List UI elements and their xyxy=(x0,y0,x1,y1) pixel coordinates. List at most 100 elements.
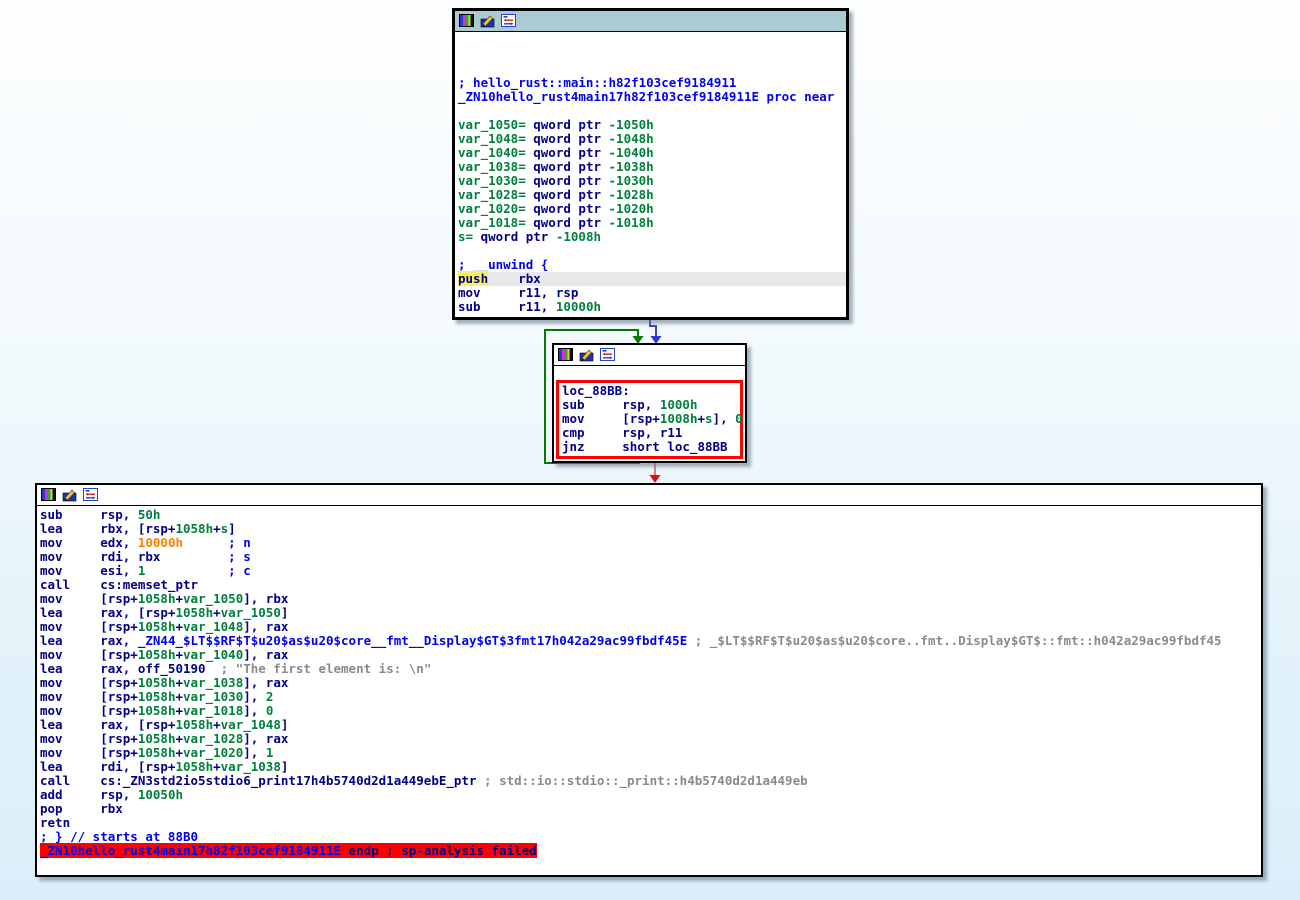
asm-token: 1000h xyxy=(660,397,698,412)
asm-line[interactable]: add rsp, 10050h xyxy=(40,788,1261,802)
asm-token: var_1040 xyxy=(183,647,243,662)
asm-token: + xyxy=(213,605,221,620)
basic-block-loop[interactable]: loc_88BB:sub rsp, 1000hmov [rsp+1008h+s]… xyxy=(552,343,747,463)
asm-token: 1058h xyxy=(138,703,176,718)
asm-line[interactable]: ; hello_rust::main::h82f103cef9184911 xyxy=(458,76,846,90)
asm-line[interactable]: push rbx xyxy=(458,272,846,286)
asm-line[interactable] xyxy=(458,34,846,48)
asm-line[interactable]: sub r11, 10000h xyxy=(458,300,846,314)
edit-node-icon[interactable] xyxy=(62,488,78,502)
asm-token: mov [rsp+ xyxy=(40,689,138,704)
basic-block-body[interactable]: sub rsp, 50hlea rbx, [rsp+1058h+s]mov ed… xyxy=(35,483,1263,877)
asm-line[interactable]: _ZN10hello_rust4main17h82f103cef9184911E… xyxy=(458,90,846,104)
asm-line[interactable] xyxy=(40,858,1261,872)
node-color-icon[interactable] xyxy=(459,14,475,28)
asm-line[interactable]: var_1018= qword ptr -1018h xyxy=(458,216,846,230)
asm-line[interactable]: lea rax, [rsp+1058h+var_1050] xyxy=(40,606,1261,620)
asm-line[interactable]: var_1040= qword ptr -1040h xyxy=(458,146,846,160)
graph-overview-icon[interactable] xyxy=(600,348,616,362)
asm-line[interactable]: mov [rsp+1058h+var_1048], rax xyxy=(40,620,1261,634)
basic-block-entry[interactable]: ; hello_rust::main::h82f103cef9184911_ZN… xyxy=(452,8,849,320)
asm-token: 1 xyxy=(266,745,274,760)
asm-line[interactable]: var_1028= qword ptr -1028h xyxy=(458,188,846,202)
node-color-icon[interactable] xyxy=(558,348,574,362)
asm-line[interactable]: mov esi, 1 ; c xyxy=(40,564,1261,578)
asm-line[interactable]: _ZN10hello_rust4main17h82f103cef9184911E… xyxy=(40,844,1261,858)
asm-line[interactable]: sub rsp, 1000h xyxy=(562,398,740,412)
asm-line[interactable]: var_1048= qword ptr -1048h xyxy=(458,132,846,146)
block-header xyxy=(455,11,846,32)
asm-token: + xyxy=(175,675,183,690)
asm-line[interactable]: lea rax, _ZN44_$LT$$RF$T$u20$as$u20$core… xyxy=(40,634,1261,648)
asm-line[interactable]: call cs:memset_ptr xyxy=(40,578,1261,592)
asm-line[interactable]: ; __unwind { xyxy=(458,258,846,272)
asm-token: var_1038= xyxy=(458,159,526,174)
asm-token: -1028h xyxy=(609,187,654,202)
graph-overview-icon[interactable] xyxy=(501,14,517,28)
asm-line[interactable]: mov [rsp+1058h+var_1018], 0 xyxy=(40,704,1261,718)
asm-token: s= xyxy=(458,229,473,244)
asm-line[interactable] xyxy=(458,48,846,62)
asm-line[interactable]: retn xyxy=(40,816,1261,830)
asm-token: call cs:_ZN3std2io5stdio6_print17h4b5740… xyxy=(40,773,484,788)
asm-line[interactable]: ; } // starts at 88B0 xyxy=(40,830,1261,844)
asm-line[interactable]: mov [rsp+1008h+s], 0 xyxy=(562,412,740,426)
loop-highlight-frame: loc_88BB:sub rsp, 1000hmov [rsp+1008h+s]… xyxy=(556,380,743,459)
asm-line[interactable]: pop rbx xyxy=(40,802,1261,816)
asm-line[interactable]: var_1030= qword ptr -1030h xyxy=(458,174,846,188)
asm-line[interactable]: mov [rsp+1058h+var_1030], 2 xyxy=(40,690,1261,704)
asm-token: qword ptr xyxy=(526,201,609,216)
asm-line[interactable] xyxy=(458,62,846,76)
asm-line[interactable]: mov [rsp+1058h+var_1050], rbx xyxy=(40,592,1261,606)
asm-line[interactable]: mov [rsp+1058h+var_1028], rax xyxy=(40,732,1261,746)
asm-line[interactable]: var_1050= qword ptr -1050h xyxy=(458,118,846,132)
asm-token: + xyxy=(175,689,183,704)
block-header xyxy=(554,345,745,366)
graph-overview-icon[interactable] xyxy=(83,488,99,502)
asm-token: var_1030 xyxy=(183,689,243,704)
asm-line[interactable]: call cs:_ZN3std2io5stdio6_print17h4b5740… xyxy=(40,774,1261,788)
asm-line[interactable]: lea rdi, [rsp+1058h+var_1038] xyxy=(40,760,1261,774)
asm-token: + xyxy=(175,647,183,662)
asm-token: ; n xyxy=(228,535,251,550)
asm-line[interactable]: mov edx, 10000h ; n xyxy=(40,536,1261,550)
asm-line[interactable]: var_1020= qword ptr -1020h xyxy=(458,202,846,216)
asm-token: call cs:memset_ptr xyxy=(40,577,198,592)
asm-token: qword ptr xyxy=(526,187,609,202)
asm-line[interactable]: jnz short loc_88BB xyxy=(562,440,740,454)
asm-line[interactable]: mov [rsp+1058h+var_1038], rax xyxy=(40,676,1261,690)
asm-line[interactable]: lea rax, [rsp+1058h+var_1048] xyxy=(40,718,1261,732)
asm-line[interactable]: var_1038= qword ptr -1038h xyxy=(458,160,846,174)
asm-line[interactable] xyxy=(458,104,846,118)
asm-token: var_1050 xyxy=(183,591,243,606)
asm-token: ], rax xyxy=(243,619,288,634)
edit-node-icon[interactable] xyxy=(480,14,496,28)
edit-node-icon[interactable] xyxy=(579,348,595,362)
asm-line[interactable]: mov rdi, rbx ; s xyxy=(40,550,1261,564)
asm-line[interactable]: sub rsp, 50h xyxy=(40,508,1261,522)
asm-token: sub rsp, xyxy=(40,507,138,522)
asm-token: var_1030= xyxy=(458,173,526,188)
asm-token: var_1038 xyxy=(221,759,281,774)
asm-line[interactable]: mov r11, rsp xyxy=(458,286,846,300)
asm-token: var_1020= xyxy=(458,201,526,216)
asm-token: _ZN10hello_rust4main17h82f103cef9184911E xyxy=(40,843,341,858)
asm-token: ], xyxy=(713,411,736,426)
asm-token: ] xyxy=(281,605,289,620)
asm-token: lea rax, off_50190 xyxy=(40,661,221,676)
asm-line[interactable] xyxy=(458,244,846,258)
asm-line[interactable]: s= qword ptr -1008h xyxy=(458,230,846,244)
asm-line[interactable]: cmp rsp, r11 xyxy=(562,426,740,440)
asm-token: var_1018= xyxy=(458,215,526,230)
graph-view-canvas[interactable]: ; hello_rust::main::h82f103cef9184911_ZN… xyxy=(0,0,1300,900)
asm-line[interactable]: mov [rsp+1058h+var_1020], 1 xyxy=(40,746,1261,760)
asm-line[interactable]: lea rbx, [rsp+1058h+s] xyxy=(40,522,1261,536)
node-color-icon[interactable] xyxy=(41,488,57,502)
asm-token: sub rsp, xyxy=(562,397,660,412)
asm-line[interactable]: mov [rsp+1058h+var_1040], rax xyxy=(40,648,1261,662)
asm-token: retn xyxy=(40,815,70,830)
asm-token xyxy=(687,633,695,648)
asm-line[interactable]: lea rax, off_50190 ; "The first element … xyxy=(40,662,1261,676)
asm-line[interactable]: loc_88BB: xyxy=(562,384,740,398)
asm-token: 1058h xyxy=(138,675,176,690)
